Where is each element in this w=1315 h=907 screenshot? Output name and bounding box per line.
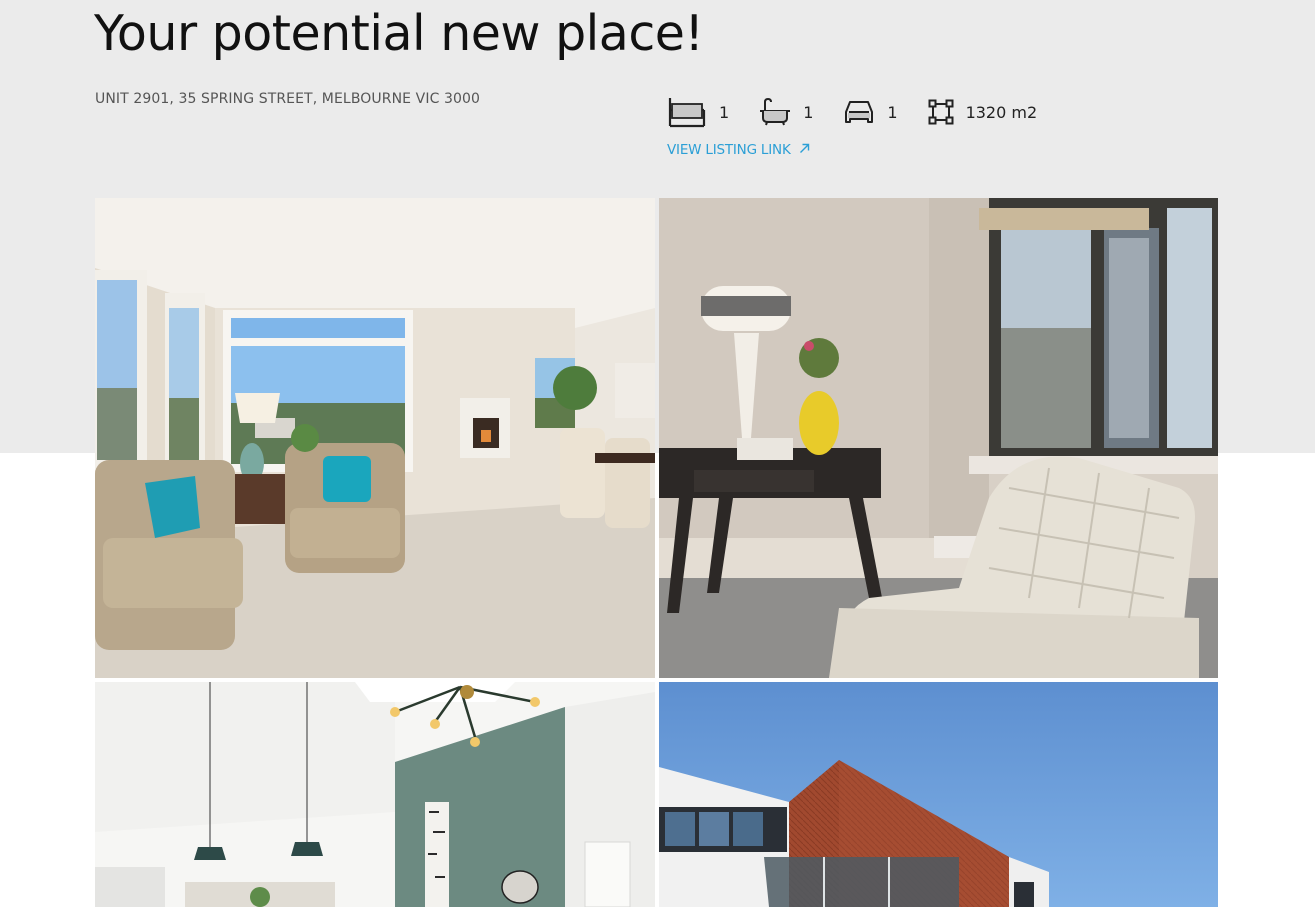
page-title: Your potential new place! <box>94 5 704 62</box>
feature-parking: 1 <box>843 98 898 126</box>
gallery-photo-living-room[interactable] <box>95 198 655 678</box>
parking-count: 1 <box>887 102 898 122</box>
page: Your potential new place! UNIT 2901, 35 … <box>0 0 1315 907</box>
property-features: 1 1 1 1320 m2 <box>667 96 1067 128</box>
bathrooms-count: 1 <box>803 102 814 122</box>
gallery-photo-corner-chair[interactable] <box>659 198 1218 678</box>
area-value: 1320 m2 <box>965 102 1038 122</box>
gallery-photo-pendant-room[interactable] <box>95 682 655 907</box>
property-address: UNIT 2901, 35 SPRING STREET, MELBOURNE V… <box>95 91 481 107</box>
car-icon <box>843 98 875 126</box>
area-icon <box>928 99 954 125</box>
feature-bedrooms: 1 <box>667 96 729 128</box>
view-listing-link-label: VIEW LISTING LINK <box>667 142 791 158</box>
bath-icon <box>759 97 791 127</box>
gallery-photo-building-exterior[interactable] <box>659 682 1218 907</box>
bed-icon <box>667 96 707 128</box>
external-arrow-icon <box>791 142 810 158</box>
bedrooms-count: 1 <box>719 102 730 122</box>
feature-area: 1320 m2 <box>928 99 1038 125</box>
view-listing-link[interactable]: VIEW LISTING LINK <box>667 142 810 158</box>
feature-bathrooms: 1 <box>759 97 813 127</box>
